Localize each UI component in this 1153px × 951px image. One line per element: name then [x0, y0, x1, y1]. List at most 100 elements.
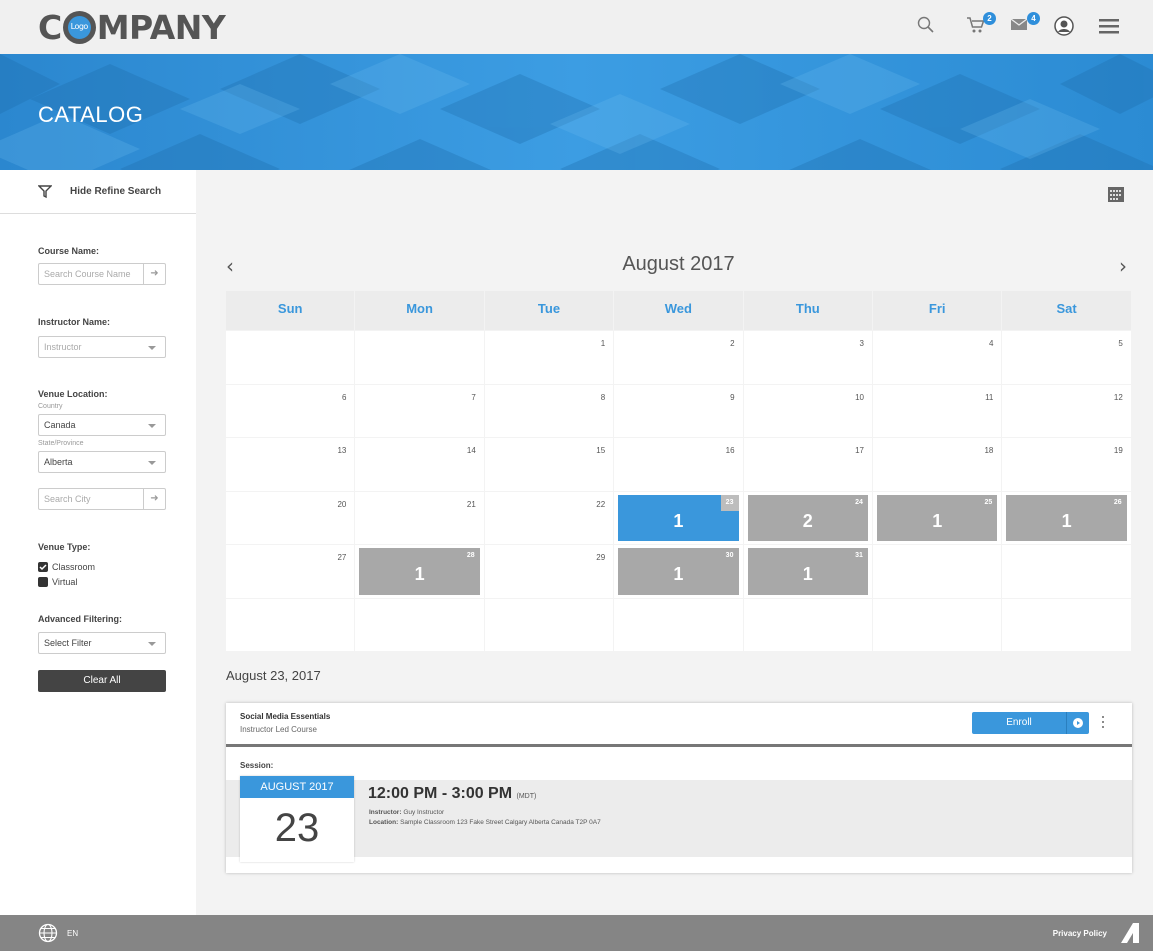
calendar-day-cell[interactable]: 1 31 — [743, 545, 872, 598]
calendar-day-cell — [355, 331, 484, 384]
state-select[interactable]: Alberta — [38, 451, 166, 473]
search-icon[interactable] — [917, 16, 941, 38]
classroom-checkbox[interactable]: Classroom — [38, 562, 95, 572]
day-number: 13 — [337, 446, 347, 455]
calendar-event-marker[interactable]: 1 30 — [618, 548, 739, 595]
calendar-day-cell[interactable]: 17 — [743, 438, 872, 491]
calendar-day-cell[interactable]: 3 — [743, 331, 872, 384]
calendar-day-cell[interactable]: 1 — [484, 331, 614, 384]
day-of-week-header: Fri — [873, 291, 1002, 330]
menu-icon[interactable] — [1099, 18, 1123, 40]
calendar-day-cell[interactable]: 14 — [355, 438, 484, 491]
course-title[interactable]: Social Media Essentials — [240, 712, 330, 721]
city-search-input[interactable]: Search City ➜ — [38, 488, 166, 510]
event-count: 1 — [414, 564, 425, 584]
calendar-day-cell[interactable]: 2 — [614, 331, 743, 384]
calendar-day-cell[interactable]: 19 — [1002, 438, 1131, 491]
calendar-day-cell[interactable]: 18 — [873, 438, 1002, 491]
selected-date-heading: August 23, 2017 — [226, 668, 321, 683]
chevron-down-icon — [148, 642, 156, 646]
instructor-label: Instructor: — [369, 809, 402, 816]
day-number: 10 — [855, 392, 864, 402]
day-number: 26 — [1113, 498, 1122, 506]
day-number: 17 — [855, 446, 864, 455]
calendar-day-cell[interactable]: 8 — [484, 384, 614, 437]
instructor-select[interactable]: Instructor — [38, 336, 166, 358]
calendar-day-cell[interactable]: 12 — [1002, 384, 1131, 437]
day-number: 9 — [730, 392, 735, 402]
calendar-day-cell[interactable]: 9 — [614, 384, 743, 437]
course-name-label: Course Name: — [38, 246, 100, 256]
day-number: 7 — [471, 392, 476, 402]
course-search-arrow-icon[interactable]: ➜ — [143, 264, 165, 284]
calendar-day-cell[interactable]: 2 24 — [743, 491, 872, 544]
calendar-day-cell[interactable]: 6 — [226, 384, 355, 437]
page-title: CATALOG — [38, 102, 144, 127]
calendar-day-cell[interactable]: 15 — [484, 438, 614, 491]
calendar-event-marker[interactable]: 2 24 — [747, 494, 868, 541]
session-row — [226, 780, 1132, 857]
event-count: 2 — [802, 510, 813, 531]
calendar-day-cell[interactable]: 20 — [226, 491, 355, 544]
day-number: 15 — [596, 446, 606, 455]
advanced-filter-select[interactable]: Select Filter — [38, 632, 166, 654]
company-logo[interactable]: C Logo MPANY — [38, 7, 226, 47]
calendar-day-cell[interactable]: 21 — [355, 491, 484, 544]
calendar-day-cell[interactable]: 27 — [226, 545, 355, 598]
calendar-day-cell — [873, 545, 1002, 598]
privacy-policy-link[interactable]: Privacy Policy — [1053, 929, 1107, 938]
day-number: 25 — [984, 498, 993, 506]
calendar-day-cell[interactable]: 11 — [873, 384, 1002, 437]
country-select[interactable]: Canada — [38, 414, 166, 436]
checkbox-checked-icon — [38, 562, 48, 572]
calendar-event-marker[interactable]: 1 25 — [877, 494, 998, 541]
calendar-day-cell[interactable]: 16 — [614, 438, 743, 491]
user-avatar-icon[interactable] — [1054, 16, 1078, 38]
calendar-day-cell[interactable]: 1 25 — [873, 491, 1002, 544]
calendar-day-cell[interactable]: 5 — [1002, 331, 1131, 384]
calendar-day-cell[interactable]: 7 — [355, 384, 484, 437]
calendar-day-cell[interactable]: 1 28 — [355, 545, 484, 598]
calendar-day-cell[interactable]: 1 30 — [614, 545, 743, 598]
clear-all-button[interactable]: Clear All — [38, 670, 166, 692]
virtual-checkbox[interactable]: Virtual — [38, 577, 77, 587]
cart-count-badge: 2 — [983, 12, 996, 25]
calendar-day-cell[interactable]: 22 — [484, 491, 614, 544]
next-month-button[interactable]: › — [1119, 254, 1127, 278]
chevron-down-icon — [148, 346, 156, 350]
catalog-banner: CATALOG — [0, 54, 1153, 170]
calendar-day-cell[interactable]: 10 — [743, 384, 872, 437]
play-icon[interactable] — [1066, 712, 1089, 734]
calendar-day-cell — [1002, 545, 1131, 598]
language-selector[interactable]: EN — [67, 929, 78, 938]
messages-icon[interactable]: 4 — [1010, 12, 1040, 38]
venue-location-label: Venue Location: — [38, 389, 108, 399]
calendar-day-cell[interactable]: 1 23 — [614, 491, 743, 544]
calendar-day-cell[interactable]: 4 — [873, 331, 1002, 384]
logo-text-start: C — [38, 7, 62, 47]
session-time-range: 12:00 PM - 3:00 PM — [368, 785, 513, 802]
calendar-event-marker[interactable]: 1 23 — [618, 494, 739, 541]
event-count: 1 — [673, 564, 684, 584]
calendar-day-cell[interactable]: 13 — [226, 438, 355, 491]
state-value: Alberta — [44, 457, 73, 467]
calendar-day-cell[interactable]: 1 26 — [1002, 491, 1131, 544]
city-search-arrow-icon[interactable]: ➜ — [143, 489, 165, 509]
messages-count-badge: 4 — [1027, 12, 1040, 25]
day-number: 2 — [730, 339, 735, 348]
calendar-event-marker[interactable]: 1 31 — [747, 548, 868, 595]
day-number: 18 — [984, 446, 994, 455]
calendar-event-marker[interactable]: 1 28 — [359, 548, 480, 595]
course-name-input[interactable]: Search Course Name ➜ — [38, 263, 166, 285]
city-placeholder: Search City — [44, 494, 91, 504]
calendar-event-marker[interactable]: 1 26 — [1006, 494, 1127, 541]
cart-icon[interactable]: 2 — [966, 12, 996, 38]
enroll-button[interactable]: Enroll — [972, 712, 1089, 734]
course-card: Social Media Essentials Instructor Led C… — [226, 703, 1132, 873]
hide-refine-search-toggle[interactable]: Hide Refine Search — [0, 170, 196, 214]
more-options-icon[interactable] — [1101, 716, 1105, 730]
calendar-view-icon[interactable] — [1108, 186, 1124, 202]
calendar-day-cell[interactable]: 29 — [484, 545, 614, 598]
globe-icon[interactable] — [38, 923, 58, 943]
day-number: 28 — [466, 552, 475, 559]
